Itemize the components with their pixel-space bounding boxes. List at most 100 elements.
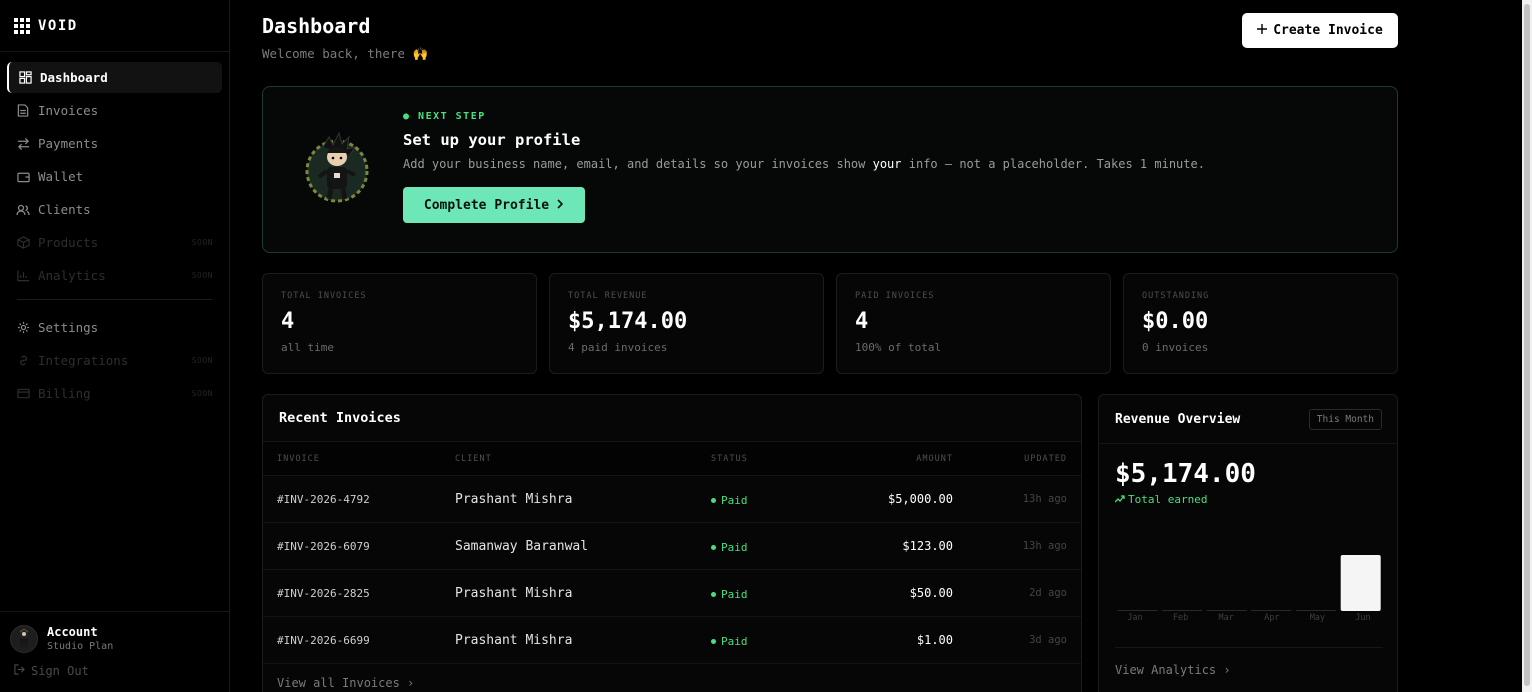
dashboard-icon bbox=[18, 71, 32, 85]
invoice-number: #INV-2026-6699 bbox=[277, 633, 370, 647]
chevron-right-icon bbox=[557, 198, 564, 213]
invoice-number: #INV-2026-4792 bbox=[277, 492, 370, 506]
sign-out-icon bbox=[14, 664, 25, 678]
sidebar-item-label: Settings bbox=[38, 320, 99, 335]
stat-sub: all time bbox=[281, 341, 334, 354]
account-panel: Account Studio Plan Sign Out bbox=[0, 611, 229, 692]
month-tick-label: Jun bbox=[1355, 613, 1371, 623]
revenue-bar-may bbox=[1296, 610, 1336, 611]
sidebar-item-label: Analytics bbox=[38, 268, 106, 283]
sidebar-nav: Dashboard Invoices Payments Wallet Clien… bbox=[0, 52, 229, 421]
revenue-overview-panel: Revenue Overview This Month $5,174.00 To… bbox=[1098, 394, 1398, 692]
view-analytics-link[interactable]: View Analytics › bbox=[1115, 663, 1231, 677]
sidebar-item-invoices[interactable]: Invoices bbox=[7, 95, 222, 126]
grid-logo-icon bbox=[14, 17, 30, 34]
status-badge: Paid bbox=[711, 588, 748, 601]
brand[interactable]: VOID bbox=[0, 0, 229, 52]
total-earned-indicator: Total earned bbox=[1114, 493, 1207, 506]
box-icon bbox=[16, 236, 30, 250]
soon-badge: SOON bbox=[191, 356, 213, 365]
soon-badge: SOON bbox=[191, 389, 213, 398]
view-all-invoices-link[interactable]: View all Invoices › bbox=[263, 664, 1081, 692]
link-icon bbox=[16, 354, 30, 368]
plus-icon bbox=[1257, 23, 1268, 38]
sidebar-item-dashboard[interactable]: Dashboard bbox=[7, 62, 222, 93]
stat-card-outstanding: OUTSTANDING $0.00 0 invoices bbox=[1123, 273, 1398, 374]
updated-time: 3d ago bbox=[1029, 634, 1067, 646]
column-header: UPDATED bbox=[1024, 453, 1067, 464]
month-tick-label: Feb bbox=[1172, 613, 1189, 623]
stat-card-paid-invoices: PAID INVOICES 4 100% of total bbox=[836, 273, 1111, 374]
sidebar-item-label: Integrations bbox=[38, 353, 129, 368]
updated-time: 13h ago bbox=[1022, 493, 1067, 505]
wallet-icon bbox=[16, 170, 30, 184]
revenue-bar-mar bbox=[1206, 610, 1247, 611]
period-selector[interactable]: This Month bbox=[1308, 408, 1382, 430]
gear-icon bbox=[16, 321, 30, 335]
sidebar-item-label: Dashboard bbox=[40, 70, 108, 85]
stat-label: TOTAL REVENUE bbox=[568, 291, 648, 301]
complete-profile-label: Complete Profile bbox=[423, 197, 550, 213]
create-invoice-button[interactable]: Create Invoice bbox=[1242, 13, 1398, 48]
sidebar-item-payments[interactable]: Payments bbox=[7, 128, 222, 159]
trending-up-icon bbox=[1114, 493, 1125, 506]
sidebar-item-settings[interactable]: Settings bbox=[7, 312, 222, 343]
recent-invoices-title: Recent Invoices bbox=[263, 395, 1081, 442]
column-header: CLIENT bbox=[455, 453, 492, 464]
soon-badge: SOON bbox=[191, 238, 213, 247]
account-row[interactable]: Account Studio Plan bbox=[10, 624, 219, 654]
revenue-bar-jan bbox=[1117, 610, 1158, 611]
scrollbar-thumb[interactable] bbox=[1524, 4, 1530, 686]
revenue-month-labels: Jan Feb Mar Apr May Jun bbox=[1115, 613, 1383, 623]
sidebar-item-wallet[interactable]: Wallet bbox=[7, 161, 222, 192]
card-icon bbox=[16, 387, 30, 401]
sidebar-item-label: Billing bbox=[38, 386, 91, 401]
next-step-kicker: ● NEXT STEP bbox=[403, 111, 486, 122]
invoice-number: #INV-2026-6079 bbox=[277, 539, 370, 553]
table-row[interactable]: #INV-2026-6079 Samanway Baranwal Paid $1… bbox=[263, 523, 1081, 570]
table-row[interactable]: #INV-2026-4792 Prashant Mishra Paid $5,0… bbox=[263, 476, 1081, 523]
month-tick-label: Jan bbox=[1127, 613, 1143, 623]
month-tick-label: Mar bbox=[1218, 613, 1234, 623]
status-cell: Paid bbox=[711, 539, 819, 554]
table-row[interactable]: #INV-2026-2825 Prashant Mishra Paid $50.… bbox=[263, 570, 1081, 617]
table-row[interactable]: #INV-2026-6699 Prashant Mishra Paid $1.0… bbox=[263, 617, 1081, 664]
column-header: AMOUNT bbox=[916, 453, 953, 464]
account-plan: Studio Plan bbox=[47, 641, 114, 652]
nav-divider bbox=[17, 299, 212, 300]
revenue-bar-chart bbox=[1117, 555, 1381, 611]
client-name: Samanway Baranwal bbox=[455, 538, 589, 554]
next-step-body: ● NEXT STEP Set up your profile Add your… bbox=[403, 111, 1205, 223]
stat-card-total-revenue: TOTAL REVENUE $5,174.00 4 paid invoices bbox=[549, 273, 824, 374]
sidebar-item-integrations: Integrations SOON bbox=[7, 345, 222, 376]
stat-value: 4 bbox=[281, 309, 295, 334]
column-header: INVOICE bbox=[277, 453, 320, 464]
sidebar-item-label: Products bbox=[38, 235, 99, 250]
sign-out-button[interactable]: Sign Out bbox=[10, 664, 219, 678]
revenue-bar-jun bbox=[1340, 555, 1381, 611]
client-name: Prashant Mishra bbox=[455, 491, 573, 507]
stat-value: $5,174.00 bbox=[568, 309, 688, 334]
status-badge: Paid bbox=[711, 635, 748, 648]
invoice-amount: $1.00 bbox=[916, 633, 953, 647]
stat-label: OUTSTANDING bbox=[1142, 291, 1210, 301]
complete-profile-button[interactable]: Complete Profile bbox=[403, 187, 585, 223]
sidebar: VOID Dashboard Invoices Payments Wallet bbox=[0, 0, 230, 692]
invoice-amount: $123.00 bbox=[902, 539, 953, 553]
sidebar-item-clients[interactable]: Clients bbox=[7, 194, 222, 225]
page-scrollbar[interactable] bbox=[1522, 0, 1532, 692]
avatar bbox=[10, 625, 38, 653]
stat-label: PAID INVOICES bbox=[855, 291, 935, 301]
status-badge: Paid bbox=[711, 541, 748, 554]
status-cell: Paid bbox=[711, 633, 819, 648]
status-cell: Paid bbox=[711, 492, 819, 507]
next-step-card: ● NEXT STEP Set up your profile Add your… bbox=[262, 86, 1398, 253]
column-header: STATUS bbox=[711, 453, 748, 464]
table-header: INVOICE CLIENT STATUS AMOUNT UPDATED bbox=[263, 442, 1081, 476]
page-title: Dashboard bbox=[262, 14, 371, 38]
sidebar-item-label: Wallet bbox=[38, 169, 84, 184]
revenue-bar-feb bbox=[1162, 610, 1202, 611]
next-step-title: Set up your profile bbox=[403, 131, 581, 149]
invoice-amount: $5,000.00 bbox=[887, 492, 953, 506]
sidebar-item-label: Clients bbox=[38, 202, 91, 217]
